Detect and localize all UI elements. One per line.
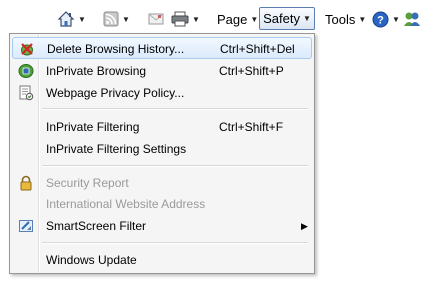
menu-item-shortcut: Ctrl+Shift+F [219, 120, 284, 134]
chevron-down-icon[interactable]: ▼ [78, 15, 86, 24]
svg-text:?: ? [377, 14, 384, 26]
menu-item-label: Security Report [46, 176, 129, 190]
menu-item-inprivate-filtering[interactable]: InPrivate Filtering Ctrl+Shift+F [12, 116, 312, 138]
menu-separator [42, 242, 308, 244]
menu-item-label: InPrivate Browsing [46, 64, 147, 78]
lock-icon [20, 175, 32, 191]
tools-menu-button[interactable]: Tools ▼ [325, 8, 366, 30]
feeds-icon [103, 11, 119, 27]
menu-item-shortcut: Ctrl+Shift+Del [220, 42, 295, 56]
chevron-down-icon: ▼ [358, 14, 367, 24]
menu-item-delete-browsing-history[interactable]: Delete Browsing History... Ctrl+Shift+De… [12, 37, 312, 59]
tools-menu-label: Tools [325, 11, 356, 27]
feeds-button[interactable]: ▼ [103, 8, 130, 30]
menu-item-label: SmartScreen Filter [46, 219, 147, 233]
menu-item-windows-update[interactable]: Windows Update [12, 249, 312, 271]
safety-menu-button[interactable]: Safety ▼ [259, 7, 315, 30]
menu-item-label: Webpage Privacy Policy... [46, 86, 185, 100]
menu-item-shortcut: Ctrl+Shift+P [219, 64, 284, 78]
read-mail-button[interactable] [148, 8, 164, 30]
safety-menu-label: Safety [263, 11, 300, 26]
menu-item-label: Windows Update [46, 253, 137, 267]
read-mail-icon [148, 13, 164, 25]
menu-separator [42, 108, 308, 110]
research-icon [404, 12, 420, 26]
submenu-arrow-icon: ▶ [301, 221, 308, 231]
chevron-down-icon[interactable]: ▼ [192, 15, 200, 24]
chevron-down-icon[interactable]: ▼ [392, 15, 400, 24]
command-bar: ▼ ▼ ▼ Page ▼ Safety ▼ Tools ▼ ? ▼ [0, 0, 434, 36]
delete-history-icon [21, 43, 33, 56]
privacy-policy-icon [19, 85, 34, 101]
menu-item-webpage-privacy-policy[interactable]: Webpage Privacy Policy... [12, 82, 312, 104]
smartscreen-icon [19, 220, 33, 232]
home-icon [57, 11, 75, 27]
menu-item-international-website-address: International Website Address [12, 193, 312, 215]
page-menu-label: Page [217, 11, 248, 27]
menu-item-security-report: Security Report [12, 172, 312, 194]
menu-item-inprivate-browsing[interactable]: InPrivate Browsing Ctrl+Shift+P [12, 60, 312, 82]
chevron-down-icon: ▼ [302, 14, 311, 23]
inprivate-icon [18, 64, 34, 78]
menu-item-label: InPrivate Filtering [46, 120, 140, 134]
help-icon: ? [372, 11, 389, 27]
chevron-down-icon[interactable]: ▼ [122, 15, 130, 24]
menu-item-inprivate-filtering-settings[interactable]: InPrivate Filtering Settings [12, 138, 312, 160]
home-button[interactable]: ▼ [57, 8, 86, 30]
print-icon [171, 11, 189, 27]
menu-item-smartscreen-filter[interactable]: SmartScreen Filter ▶ [12, 215, 312, 237]
page-menu-button[interactable]: Page ▼ [217, 8, 258, 30]
chevron-down-icon: ▼ [250, 14, 259, 24]
research-button[interactable] [403, 8, 421, 30]
print-button[interactable]: ▼ [171, 8, 200, 30]
menu-item-label: Delete Browsing History... [47, 42, 185, 56]
menu-item-label: International Website Address [46, 197, 206, 211]
help-button[interactable]: ? ▼ [372, 8, 400, 30]
safety-dropdown-menu: Delete Browsing History... Ctrl+Shift+De… [9, 33, 315, 274]
menu-item-label: InPrivate Filtering Settings [46, 142, 187, 156]
menu-separator [42, 165, 308, 167]
